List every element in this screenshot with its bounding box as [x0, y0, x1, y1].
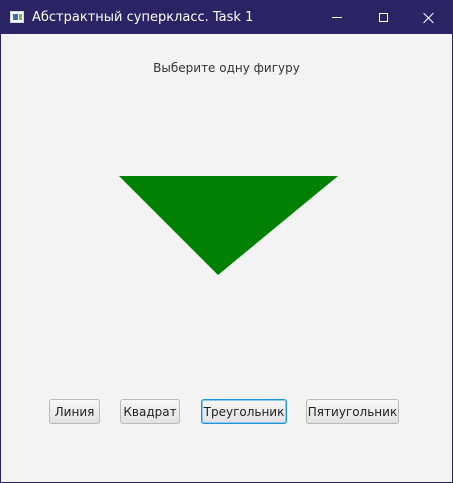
line-button[interactable]: Линия [49, 399, 100, 424]
app-icon [10, 11, 24, 23]
close-button[interactable] [406, 1, 452, 34]
title-bar[interactable]: Абстрактный суперкласс. Task 1 [1, 1, 452, 34]
minimize-button[interactable] [314, 1, 360, 34]
close-icon [423, 12, 435, 24]
drawing-canvas [119, 176, 338, 275]
maximize-icon [378, 13, 388, 22]
minimize-icon [332, 17, 342, 18]
pentagon-button[interactable]: Пятиугольник [306, 399, 399, 424]
window-title: Абстрактный суперкласс. Task 1 [32, 10, 254, 25]
triangle-button[interactable]: Треугольник [201, 399, 287, 424]
app-window: Абстрактный суперкласс. Task 1 Выберите … [0, 0, 453, 483]
triangle-shape [119, 176, 338, 275]
square-button[interactable]: Квадрат [120, 399, 180, 424]
maximize-button[interactable] [360, 1, 406, 34]
